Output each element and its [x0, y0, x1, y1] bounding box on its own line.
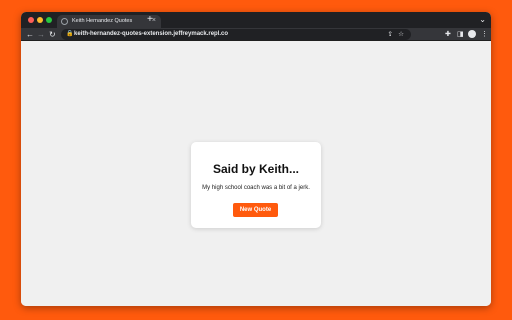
extensions-puzzle-icon[interactable]: ✚ [445, 30, 451, 39]
quote-card: Said by Keith... My high school coach wa… [191, 142, 321, 228]
lock-icon[interactable]: 🔒 [66, 31, 73, 38]
back-arrow-icon[interactable]: ← [26, 29, 34, 40]
address-bar[interactable]: 🔒 keith-hernandez-quotes-extension.jeffr… [61, 29, 411, 40]
tab-search-icon[interactable]: ⌄ [479, 14, 486, 26]
share-icon[interactable]: ⇪ [388, 30, 393, 39]
tab-keith-hernandez-quotes[interactable]: Keith Hernandez Quotes × [57, 15, 161, 28]
url-text[interactable]: keith-hernandez-quotes-extension.jeffrey… [74, 30, 228, 39]
tab-title: Keith Hernandez Quotes [72, 18, 133, 24]
quote-text: My high school coach was a bit of a jerk… [202, 185, 310, 191]
globe-icon [61, 18, 68, 25]
maximize-window-button[interactable] [46, 17, 52, 23]
card-title: Said by Keith... [212, 162, 299, 176]
browser-window: Keith Hernandez Quotes × + ⌄ ← → ↻ 🔒 kei… [21, 12, 491, 306]
tab-strip: Keith Hernandez Quotes × + ⌄ [21, 12, 491, 28]
page-viewport: Said by Keith... My high school coach wa… [21, 42, 491, 306]
forward-arrow-icon[interactable]: → [37, 29, 45, 40]
close-window-button[interactable] [28, 17, 34, 23]
kebab-menu-icon[interactable]: ⋮ [481, 30, 488, 39]
bookmark-star-icon[interactable]: ☆ [398, 30, 404, 39]
new-tab-button[interactable]: + [147, 14, 153, 26]
side-panel-icon[interactable]: ◨ [457, 30, 464, 39]
new-quote-button[interactable]: New Quote [233, 203, 278, 217]
profile-avatar-icon[interactable] [468, 30, 476, 38]
browser-toolbar: ← → ↻ 🔒 keith-hernandez-quotes-extension… [21, 28, 491, 41]
reload-icon[interactable]: ↻ [49, 29, 56, 40]
minimize-window-button[interactable] [37, 17, 43, 23]
